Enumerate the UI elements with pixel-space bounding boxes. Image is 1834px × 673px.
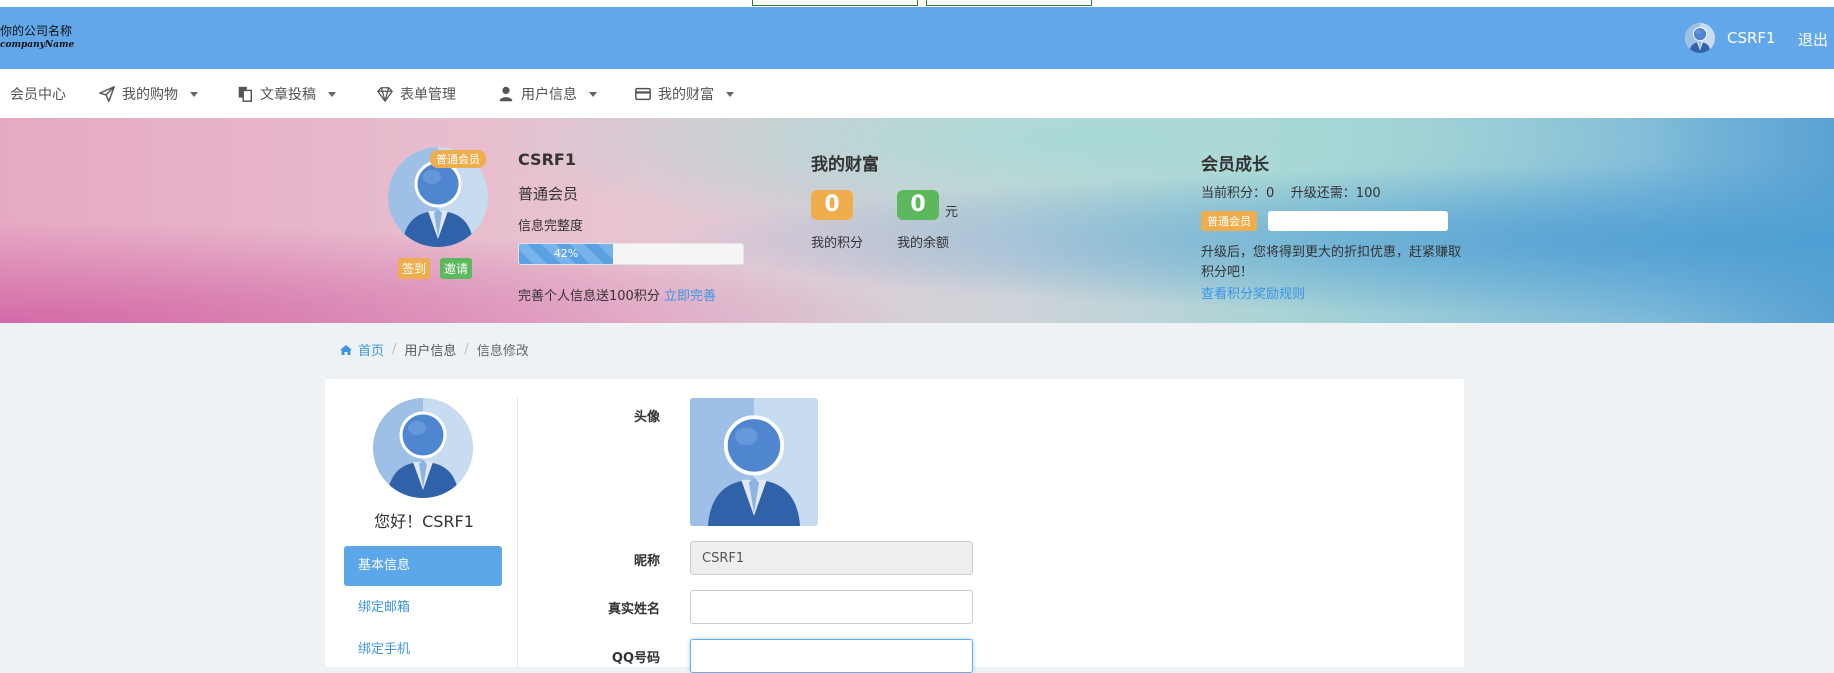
- caret-down-icon: [190, 91, 198, 97]
- sidebar-item-bind-phone[interactable]: 绑定手机: [344, 630, 502, 670]
- nickname-label: 昵称: [633, 554, 660, 569]
- wealth-title: 我的财富: [811, 155, 879, 175]
- nav-label: 用户信息: [521, 87, 577, 103]
- company-logo[interactable]: 你的公司名称 companyName: [0, 24, 74, 52]
- nav-item-form-manage[interactable]: 表单管理: [376, 84, 456, 104]
- balance-label: 我的余额: [897, 236, 950, 251]
- nav-label: 我的购物: [122, 87, 178, 103]
- top-strip: [0, 0, 1834, 7]
- breadcrumb-section[interactable]: 用户信息: [404, 340, 456, 359]
- nav-item-my-shopping[interactable]: 我的购物: [98, 84, 198, 104]
- complete-now-link[interactable]: 立即完善: [664, 289, 716, 304]
- breadcrumb: 首页 / 用户信息 / 信息修改: [339, 340, 529, 359]
- complete-info-tip: 完善个人信息送100积分 立即完善: [518, 285, 716, 304]
- sidebar-item-basic-info[interactable]: 基本信息: [344, 546, 502, 586]
- growth-text: 升级后，您将得到更大的折扣优惠，赶紧赚取积分吧！: [1201, 245, 1462, 280]
- breadcrumb-separator: /: [464, 342, 469, 357]
- balance-value[interactable]: 0: [897, 190, 939, 220]
- top-strip-box: [926, 0, 1092, 6]
- nav-label: 我的财富: [658, 87, 714, 103]
- member-level-badge: 普通会员: [430, 150, 486, 168]
- qq-input[interactable]: [690, 639, 973, 673]
- logout-link[interactable]: 退出: [1798, 29, 1828, 50]
- growth-level-badge: 普通会员: [1201, 211, 1257, 231]
- points-label: 我的积分: [811, 236, 864, 251]
- avatar-upload-icon[interactable]: [690, 398, 818, 526]
- header-username[interactable]: CSRF1: [1727, 29, 1776, 47]
- avatar-label: 头像: [633, 410, 660, 425]
- growth-title: 会员成长: [1201, 155, 1269, 175]
- home-icon: [340, 344, 352, 355]
- sidebar-avatar-icon: [373, 398, 473, 498]
- nickname-input[interactable]: [690, 541, 973, 575]
- nav-item-member-center[interactable]: 会员中心: [10, 84, 66, 104]
- header-bar: 你的公司名称 companyName CSRF1 退出: [0, 7, 1834, 69]
- nav-label: 会员中心: [10, 87, 66, 103]
- user-icon: [499, 86, 513, 102]
- breadcrumb-current: 信息修改: [476, 344, 529, 359]
- caret-down-icon: [328, 91, 336, 97]
- credit-card-icon: [635, 87, 651, 101]
- logo-line1: 你的公司名称: [0, 24, 73, 38]
- nav-item-my-wealth[interactable]: 我的财富: [634, 84, 734, 104]
- sidebar-divider: [517, 398, 518, 667]
- growth-stats: 当前积分：0 升级还需：100: [1201, 186, 1381, 201]
- diamond-icon: [377, 87, 393, 102]
- caret-down-icon: [589, 91, 597, 97]
- main-nav: 会员中心 我的购物 文章投稿 表单管理 用户信息 我的财富: [0, 69, 1834, 118]
- sidebar-greeting: 您好！CSRF1: [374, 512, 474, 531]
- breadcrumb-home[interactable]: 首页: [339, 340, 384, 359]
- breadcrumb-separator: /: [392, 342, 397, 357]
- top-strip-box: [752, 0, 918, 6]
- profile-level: 普通会员: [518, 185, 579, 203]
- sidebar-item-bind-email[interactable]: 绑定邮箱: [344, 588, 502, 628]
- balance-unit: 元: [945, 205, 959, 220]
- profile-name: CSRF1: [518, 150, 576, 169]
- points-rules-link[interactable]: 查看积分奖励规则: [1201, 283, 1305, 302]
- qq-label: QQ号码: [611, 651, 660, 666]
- documents-icon: [238, 86, 253, 102]
- breadcrumb-home-label: 首页: [358, 344, 385, 359]
- header-avatar-icon[interactable]: [1685, 23, 1715, 53]
- realname-label: 真实姓名: [607, 602, 660, 617]
- invite-button[interactable]: 邀请: [440, 258, 473, 279]
- completeness-label: 信息完整度: [518, 219, 584, 234]
- tip-text: 完善个人信息送100积分: [518, 289, 660, 304]
- points-value[interactable]: 0: [811, 190, 853, 220]
- sign-in-button[interactable]: 签到: [398, 258, 431, 279]
- member-banner: [0, 118, 1834, 323]
- logo-line2: companyName: [0, 40, 75, 50]
- caret-down-icon: [726, 91, 734, 97]
- realname-input[interactable]: [690, 590, 973, 624]
- growth-progress-bar: [1268, 211, 1448, 231]
- nav-label: 表单管理: [400, 87, 456, 103]
- nav-label: 文章投稿: [260, 87, 316, 103]
- nav-item-article-submit[interactable]: 文章投稿: [236, 84, 336, 104]
- completeness-progress-fill: 42%: [519, 244, 614, 264]
- completeness-progress: 42%: [518, 243, 744, 265]
- nav-item-user-info[interactable]: 用户信息: [497, 84, 597, 104]
- paper-plane-icon: [99, 86, 115, 102]
